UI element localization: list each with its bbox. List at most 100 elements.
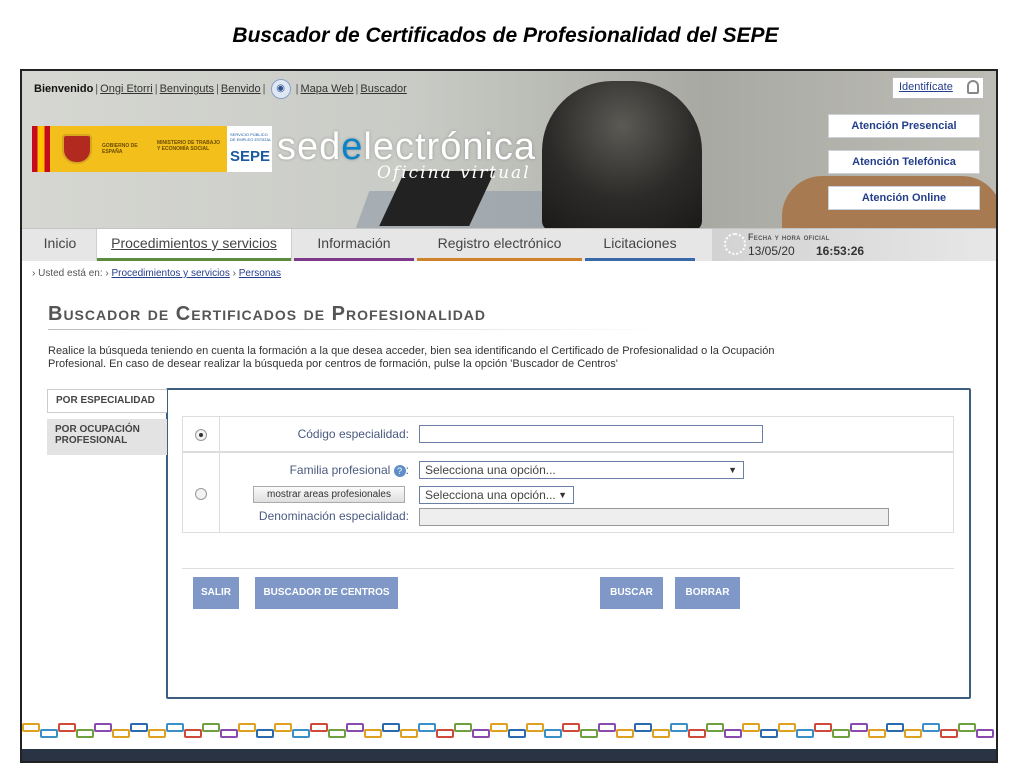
chain-link	[112, 729, 130, 738]
chain-link	[706, 723, 724, 732]
page-title: Buscador de Certificados de Profesionali…	[48, 303, 487, 325]
familia-select[interactable]: Selecciona una opción... ▼	[419, 461, 744, 479]
denominacion-label: Denominación especialidad:	[258, 509, 409, 523]
login-label: Identifícate	[899, 81, 953, 93]
datetime-label: Fecha y hora oficial	[748, 232, 830, 242]
lang-link-eu[interactable]: Ongi Etorri	[100, 83, 153, 95]
chain-link	[922, 723, 940, 732]
breadcrumb-procedimientos[interactable]: Procedimientos y servicios	[111, 268, 229, 279]
chain-link	[400, 729, 418, 738]
speaker-icon[interactable]: ◉	[270, 79, 291, 99]
coat-of-arms-icon	[62, 134, 92, 164]
chain-link	[940, 729, 958, 738]
chain-link	[148, 729, 166, 738]
tab-informacion[interactable]: Información	[294, 229, 414, 261]
chain-link	[616, 729, 634, 738]
attention-presencial-button[interactable]: Atención Presencial	[828, 114, 980, 138]
chain-link	[490, 723, 508, 732]
tab-por-especialidad[interactable]: POR ESPECIALIDAD	[47, 389, 167, 413]
chain-link	[886, 723, 904, 732]
chain-link	[652, 729, 670, 738]
spain-flag-icon	[32, 126, 50, 172]
top-links-bar: Bienvenido | Ongi Etorri | Benvinguts | Benvid…	[34, 79, 407, 99]
oficina-virtual-text: Oficina virtual	[377, 163, 531, 183]
tab-registro[interactable]: Registro electrónico	[417, 229, 582, 261]
attention-online-button[interactable]: Atención Online	[828, 186, 980, 210]
chain-link	[436, 729, 454, 738]
chain-link	[364, 729, 382, 738]
codigo-radio[interactable]	[195, 429, 207, 441]
intro-text: Realice la búsqueda teniendo en cuenta l…	[48, 345, 775, 370]
codigo-label: Código especialidad:	[297, 427, 409, 441]
login-button[interactable]: Identifícate	[892, 77, 984, 99]
slide-title: Buscador de Certificados de Profesionali…	[232, 24, 779, 47]
chain-link	[94, 723, 112, 732]
time-value: 16:53:26	[816, 244, 865, 258]
chain-link	[454, 723, 472, 732]
help-icon[interactable]: ?	[393, 464, 406, 477]
chain-link	[796, 729, 814, 738]
chain-link	[598, 723, 616, 732]
mostrar-areas-button[interactable]: mostrar areas profesionales	[253, 486, 405, 503]
codigo-input[interactable]	[419, 425, 763, 443]
official-datetime: Fecha y hora oficial 13/05/20 16:53:26	[712, 229, 996, 261]
familia-radio[interactable]	[195, 488, 207, 500]
chain-link	[778, 723, 796, 732]
title-divider	[48, 329, 668, 330]
main-nav: Inicio Procedimientos y servicios Inform…	[22, 228, 996, 261]
lang-link-gl[interactable]: Benvido	[221, 83, 261, 95]
chain-link	[688, 729, 706, 738]
decorative-chain-footer	[22, 717, 996, 745]
search-link[interactable]: Buscador	[360, 83, 406, 95]
familia-label: Familia profesional ?:	[289, 463, 409, 477]
borrar-button[interactable]: BORRAR	[675, 577, 740, 609]
codigo-row: Código especialidad:	[182, 416, 954, 452]
chain-link	[58, 723, 76, 732]
ministry-logo-text: MINISTERIO DE TRABAJO Y ECONOMÍA SOCIAL	[157, 140, 221, 152]
chain-link	[472, 729, 490, 738]
chain-link	[634, 723, 652, 732]
chain-link	[580, 729, 598, 738]
chain-link	[832, 729, 850, 738]
site-map-link[interactable]: Mapa Web	[301, 83, 354, 95]
chain-link	[526, 723, 544, 732]
chain-link	[202, 723, 220, 732]
chain-link	[292, 729, 310, 738]
lock-icon	[967, 80, 979, 94]
lang-link-ca[interactable]: Benvinguts	[160, 83, 214, 95]
denominacion-input	[419, 508, 889, 526]
tab-por-ocupacion[interactable]: POR OCUPACIÓN PROFESIONAL	[47, 419, 167, 455]
chain-link	[346, 723, 364, 732]
chain-link	[904, 729, 922, 738]
buscador-centros-button[interactable]: BUSCADOR DE CENTROS	[255, 577, 398, 609]
chain-link	[382, 723, 400, 732]
chain-link	[130, 723, 148, 732]
buscar-button[interactable]: BUSCAR	[600, 577, 663, 609]
chain-link	[256, 729, 274, 738]
breadcrumb: › Usted está en: › Procedimientos y serv…	[32, 268, 281, 279]
chain-link	[328, 729, 346, 738]
chain-link	[868, 729, 886, 738]
tab-procedimientos[interactable]: Procedimientos y servicios	[96, 229, 292, 261]
chain-link	[544, 729, 562, 738]
chain-link	[508, 729, 526, 738]
chain-link	[76, 729, 94, 738]
salir-button[interactable]: SALIR	[193, 577, 239, 609]
breadcrumb-personas[interactable]: Personas	[239, 268, 281, 279]
attention-telefonica-button[interactable]: Atención Telefónica	[828, 150, 980, 174]
sepe-logo: SERVICIO PÚBLICO DE EMPLEO ESTATAL SEPE	[227, 126, 272, 172]
tab-inicio[interactable]: Inicio	[30, 229, 90, 261]
tab-licitaciones[interactable]: Licitaciones	[585, 229, 695, 261]
government-logo: GOBIERNO DE ESPAÑA MINISTERIO DE TRABAJO…	[32, 126, 227, 172]
gov-logo-text: GOBIERNO DE ESPAÑA	[102, 143, 138, 155]
chain-link	[976, 729, 994, 738]
chain-link	[40, 729, 58, 738]
chain-link	[562, 723, 580, 732]
chevron-down-icon: ▼	[728, 465, 737, 475]
chain-link	[22, 723, 40, 732]
chain-link	[670, 723, 688, 732]
person-image	[542, 81, 702, 228]
welcome-text: Bienvenido	[34, 82, 94, 95]
chain-link	[958, 723, 976, 732]
area-select[interactable]: Selecciona una opción... ▼	[419, 486, 574, 504]
